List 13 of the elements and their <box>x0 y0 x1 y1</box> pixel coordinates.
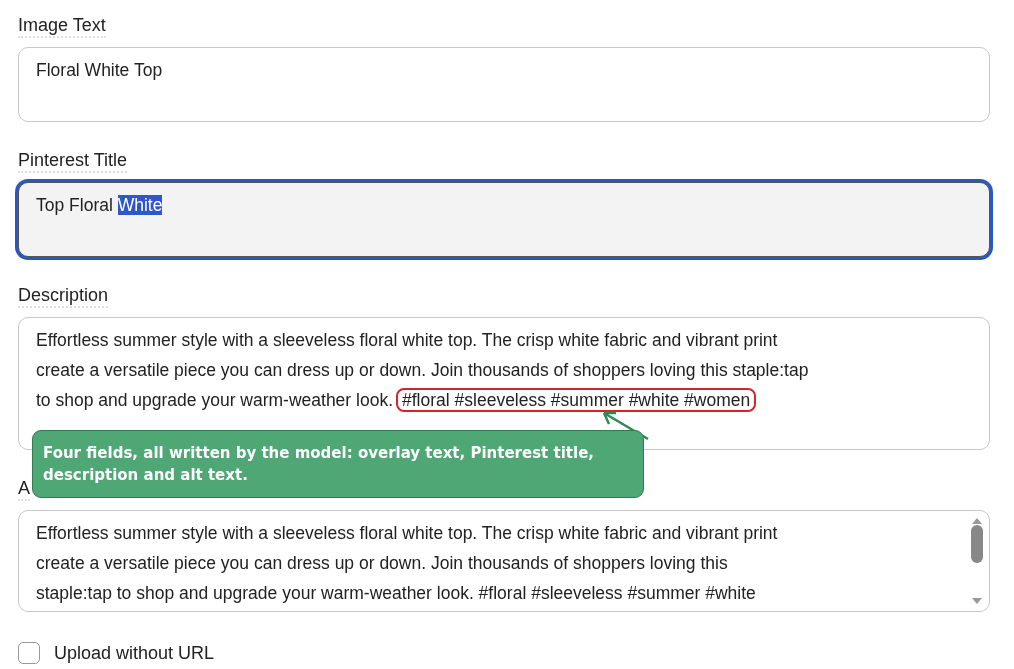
text-field[interactable]: Effortless summer style with a sleeveless floral white top. The crisp white fabric and vibrant print create a versatile piece you can dress up or down. Join thousands of shoppers loving this staple:tap to shop and upgrade your warm-weather look. #floral #sleeveless #summer #white <box>18 510 990 612</box>
text-field[interactable]: Top Floral White <box>18 182 990 257</box>
field-label: A <box>18 478 30 501</box>
scrollbar-thumb[interactable] <box>971 525 983 563</box>
scroll-down-icon[interactable] <box>971 597 983 605</box>
checkbox-label: Upload without URL <box>54 642 215 664</box>
field-label: Description <box>18 285 109 308</box>
checkbox[interactable] <box>18 642 40 664</box>
highlight-ring: #floral #sleeveless #summer #white #women <box>396 388 757 412</box>
callout-note: Four fields, all written by the model: overlay text, Pinterest title, description and alt text. <box>32 430 644 498</box>
field-label: Pinterest Title <box>18 150 128 173</box>
field-label: Image Text <box>18 15 106 38</box>
text-field[interactable]: Floral White Top <box>18 47 990 122</box>
